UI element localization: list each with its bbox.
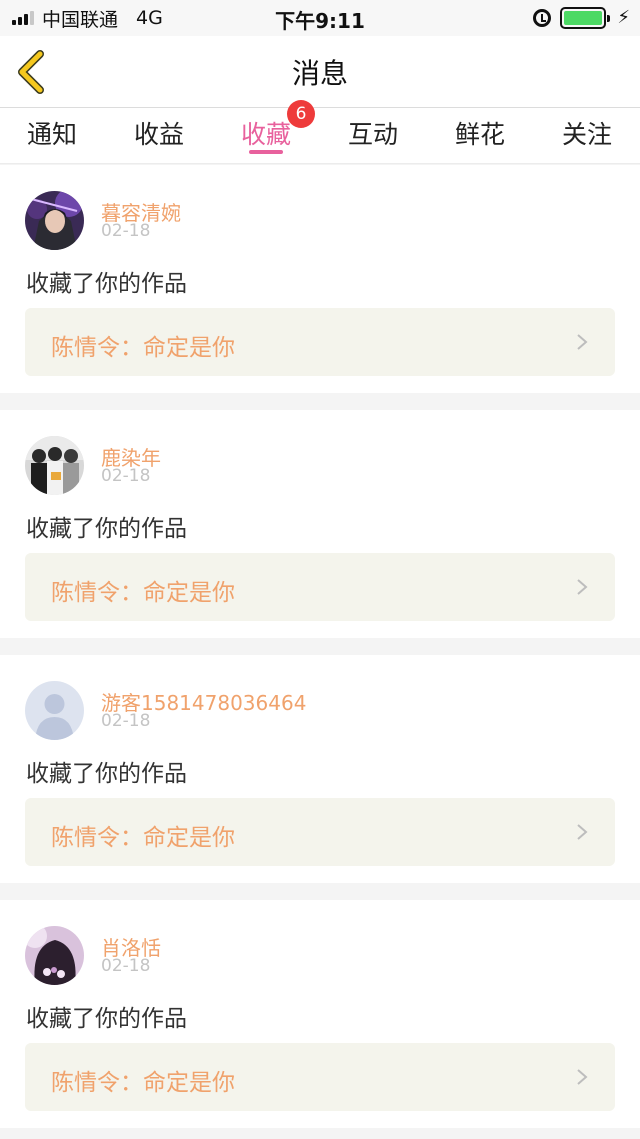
- work-link[interactable]: 陈情令：命定是你: [25, 308, 615, 376]
- avatar[interactable]: [25, 681, 84, 740]
- active-tab-indicator: [249, 150, 283, 154]
- group-photo-avatar: [25, 436, 84, 495]
- chevron-right-icon: [577, 579, 588, 595]
- avatar[interactable]: [25, 926, 84, 985]
- tab-earnings[interactable]: 收益: [119, 115, 199, 151]
- tab-flowers[interactable]: 鲜花: [440, 115, 520, 151]
- chevron-right-icon: [577, 824, 588, 840]
- tab-follow[interactable]: 关注: [547, 115, 627, 151]
- battery-icon: [560, 7, 611, 29]
- message-text: 收藏了你的作品: [26, 271, 187, 297]
- chevron-right-icon: [577, 1069, 588, 1085]
- message-text: 收藏了你的作品: [26, 516, 187, 542]
- message-date: 02-18: [101, 221, 151, 241]
- status-bar: 中国联通 4G 下午9:11 ⚡: [0, 0, 640, 36]
- message-card: 鹿染年 02-18 收藏了你的作品 陈情令：命定是你: [0, 410, 640, 638]
- avatar[interactable]: [25, 436, 84, 495]
- avatar[interactable]: [25, 191, 84, 250]
- girl-hair-avatar: [25, 926, 84, 985]
- message-card: 游客1581478036464 02-18 收藏了你的作品 陈情令：命定是你: [0, 655, 640, 883]
- alarm-icon: [533, 9, 552, 27]
- work-link[interactable]: 陈情令：命定是你: [25, 798, 615, 866]
- work-link[interactable]: 陈情令：命定是你: [25, 553, 615, 621]
- default-user-avatar: [25, 681, 84, 740]
- work-title: 陈情令：命定是你: [51, 1070, 235, 1096]
- tab-interaction[interactable]: 互动: [333, 115, 413, 151]
- message-card: 肖洛恬 02-18 收藏了你的作品 陈情令：命定是你: [0, 900, 640, 1128]
- message-text: 收藏了你的作品: [26, 761, 187, 787]
- unread-badge: 6: [287, 100, 315, 128]
- message-date: 02-18: [101, 711, 151, 731]
- status-right: ⚡: [533, 6, 630, 30]
- page-title: 消息: [291, 57, 348, 90]
- nav-bar: 消息: [0, 36, 640, 108]
- message-card: 暮容清婉 02-18 收藏了你的作品 陈情令：命定是你: [0, 165, 640, 393]
- charging-icon: ⚡: [617, 7, 630, 28]
- tab-bar: 通知 收益 收藏 互动 鲜花 关注: [0, 108, 640, 164]
- anime-character-avatar: [25, 191, 84, 250]
- tab-notification[interactable]: 通知: [12, 115, 92, 151]
- message-date: 02-18: [101, 956, 151, 976]
- work-title: 陈情令：命定是你: [51, 335, 235, 361]
- chevron-right-icon: [577, 334, 588, 350]
- work-link[interactable]: 陈情令：命定是你: [25, 1043, 615, 1111]
- message-date: 02-18: [101, 466, 151, 486]
- work-title: 陈情令：命定是你: [51, 825, 235, 851]
- work-title: 陈情令：命定是你: [51, 580, 235, 606]
- message-text: 收藏了你的作品: [26, 1006, 187, 1032]
